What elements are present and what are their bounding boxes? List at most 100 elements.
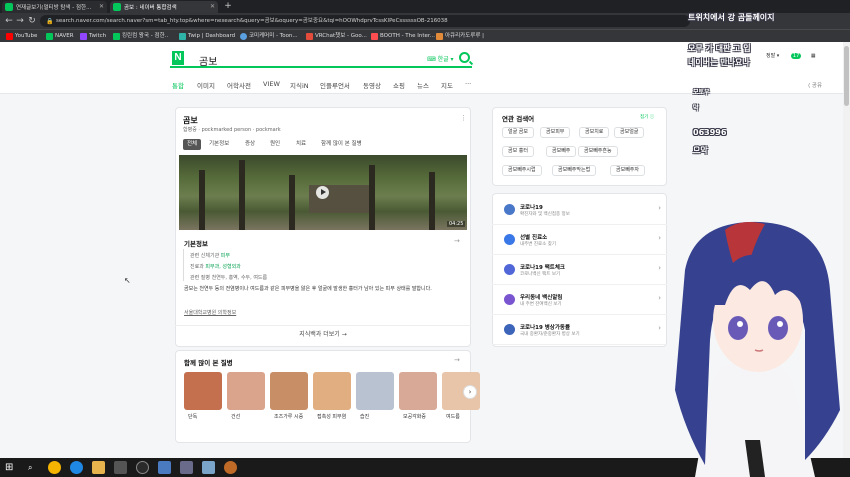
tab-video[interactable]: 동영상 (363, 80, 381, 90)
covid-info-row[interactable]: 우리동네 백신알림 내 주변 잔여백신 보기 › (492, 285, 667, 315)
bookmark-booth[interactable]: BOOTH - The Inter... (371, 32, 435, 41)
covid-info-title: 코로나19 팩트체크 (520, 265, 565, 271)
covid-info-row[interactable]: 코로나19 확진자와 및 백신접종 정보 › (492, 195, 667, 225)
disease-label[interactable]: 습진 (360, 414, 398, 421)
tab-images[interactable]: 이미지 (197, 80, 215, 90)
source-link[interactable]: 서울대학교병원 의학정보 (184, 309, 236, 316)
tab-map[interactable]: 지도 (441, 80, 453, 90)
close-icon[interactable]: ✕ (99, 3, 104, 10)
covid-info-row[interactable]: 코로나19 팩트체크 코로나백신 팩트 보기 › (492, 255, 667, 285)
related-search-chip[interactable]: 곰보얼굴 (614, 127, 645, 138)
disease-label[interactable]: 접촉성 피부염 (317, 414, 355, 421)
search-icon[interactable] (459, 52, 470, 63)
tab-shopping[interactable]: 쇼핑 (393, 80, 405, 90)
app-icon[interactable] (180, 461, 193, 474)
covid-info-icon (504, 294, 515, 305)
lock-icon[interactable]: 🔒 (46, 18, 53, 25)
more-button[interactable]: 지식백과 더보기 → (175, 325, 471, 342)
chip-cause[interactable]: 원인 (266, 139, 284, 150)
share-button[interactable]: ⟨ 공유 (808, 81, 822, 89)
bookmark-toon[interactable]: 코미케머미 - Toon... (240, 32, 298, 41)
app-icon[interactable] (114, 461, 127, 474)
keyboard-toggle[interactable]: ⌨ 한글 ▾ (427, 54, 454, 63)
related-search-chip[interactable]: 곰보빼주시럽 (502, 165, 542, 176)
disease-image[interactable] (356, 372, 394, 410)
disease-label[interactable]: 모공각화증 (403, 414, 441, 421)
chip-related-diseases[interactable]: 함께 많이 본 질병 (317, 139, 366, 150)
more-options-icon[interactable]: ⋮ (460, 114, 467, 122)
scrollbar-thumb[interactable] (844, 46, 849, 106)
related-search-chip[interactable]: 곰보빼주흔능 (578, 146, 618, 157)
related-search-chip[interactable]: 곰보빼주 (546, 146, 577, 157)
browser-tab-1[interactable]: 연재글보기(멀티방 탐색 - 점한... ✕ (2, 1, 107, 13)
reload-icon[interactable]: ↻ (26, 15, 38, 27)
folder-icon[interactable] (92, 461, 105, 474)
chrome-icon[interactable] (48, 461, 61, 474)
new-tab-button[interactable]: + (222, 1, 234, 12)
disease-image[interactable] (184, 372, 222, 410)
browser-tab-1-label: 연재글보기(멀티방 탐색 - 점한... (16, 5, 92, 11)
related-search-chip[interactable]: 곰보빼주막는법 (552, 165, 597, 176)
related-search-chip[interactable]: 곰보피부 (540, 127, 571, 138)
obs-icon[interactable] (136, 461, 149, 474)
chip-treatment[interactable]: 치료 (292, 139, 310, 150)
collapse-button[interactable]: 접기 ⓘ (640, 114, 654, 120)
video-duration: 04:25 (447, 221, 466, 227)
covid-info-row[interactable]: 선별 진료소 내주변 진료소 찾기 › (492, 225, 667, 255)
tab-integrated[interactable]: 통합 (172, 80, 184, 90)
disease-label[interactable]: 여드름 (446, 414, 484, 421)
info-row: 진료과 피부과, 성형외과 (190, 264, 241, 270)
covid-info-row[interactable]: 코로나19 병상가동률 국내 중환자/준중환자 병상 보기 › (492, 315, 667, 345)
forward-icon[interactable]: → (14, 15, 26, 27)
tab-news[interactable]: 뉴스 (417, 80, 429, 90)
tab-view[interactable]: VIEW (263, 80, 280, 88)
bookmark-youtube[interactable]: YouTube (6, 32, 37, 41)
chip-symptoms[interactable]: 증상 (241, 139, 259, 150)
chip-basic[interactable]: 기본정보 (205, 139, 233, 150)
address-bar[interactable]: search.naver.com/search.naver?sm=tab_hty… (40, 15, 690, 27)
bookmark-icon (436, 33, 443, 40)
bookmark-kingdom[interactable]: 킹린컴 왕국 - 점한.. (113, 32, 168, 41)
tab-more[interactable]: ··· (465, 80, 471, 88)
bookmark-naver[interactable]: NAVER (46, 32, 74, 41)
edge-icon[interactable] (70, 461, 83, 474)
overlay-text: 오무 가 대판 고 입 (688, 44, 751, 53)
sign-in-link[interactable]: 정말 ▾ (766, 53, 779, 59)
app-icon[interactable] (224, 461, 237, 474)
app-icon[interactable] (202, 461, 215, 474)
carousel-next-button[interactable]: › (463, 385, 477, 399)
tab-dictionary[interactable]: 어학사전 (227, 80, 251, 90)
browser-tab-2[interactable]: 곰보 : 네이버 통합검색 ✕ (110, 1, 218, 13)
disease-image[interactable] (313, 372, 351, 410)
disease-label[interactable]: 건선 (231, 414, 269, 421)
close-icon[interactable]: ✕ (210, 3, 215, 10)
naver-logo[interactable]: N (172, 51, 184, 65)
chip-all[interactable]: 전체 (183, 139, 202, 150)
disease-image[interactable] (227, 372, 265, 410)
bookmark-twitch[interactable]: Twitch (80, 32, 106, 41)
related-search-chip[interactable]: 곰보치료 (579, 127, 610, 138)
app-icon[interactable] (158, 461, 171, 474)
play-icon[interactable] (316, 186, 329, 199)
bookmark-twip[interactable]: Twip | Dashboard (179, 32, 235, 41)
disease-label[interactable]: 조즈가루 시증 (274, 414, 312, 421)
bookmark-vrchat[interactable]: VRChat챗보 - Goo... (306, 32, 367, 41)
apps-grid-icon[interactable]: ▦ (811, 53, 816, 59)
disease-label[interactable]: 단독 (188, 414, 226, 421)
tab-kin[interactable]: 지식iN (290, 80, 309, 90)
tab-influencer[interactable]: 인플루언서 (320, 80, 350, 90)
disease-image[interactable] (399, 372, 437, 410)
arrow-right-icon[interactable]: → (454, 237, 460, 245)
arrow-right-icon[interactable]: → (454, 356, 460, 364)
related-search-chip[interactable]: 곰보빼주자 (610, 165, 646, 176)
search-icon[interactable]: ⌕ (28, 461, 41, 474)
naver-favicon-icon (5, 3, 13, 11)
header-user-area[interactable]: 정말 ▾ 17 ▦ (766, 52, 816, 59)
bookmark-other[interactable]: 아큐리카도루루 | (436, 32, 484, 41)
covid-info-icon (504, 204, 515, 215)
related-search-chip[interactable]: 얼굴 곰보 (502, 127, 534, 138)
disease-image[interactable] (270, 372, 308, 410)
diseases-title: 함께 많이 본 질병 (184, 359, 233, 367)
windows-start-icon[interactable]: ⊞ (5, 461, 18, 474)
related-search-chip[interactable]: 곰보 흉터 (502, 146, 534, 157)
